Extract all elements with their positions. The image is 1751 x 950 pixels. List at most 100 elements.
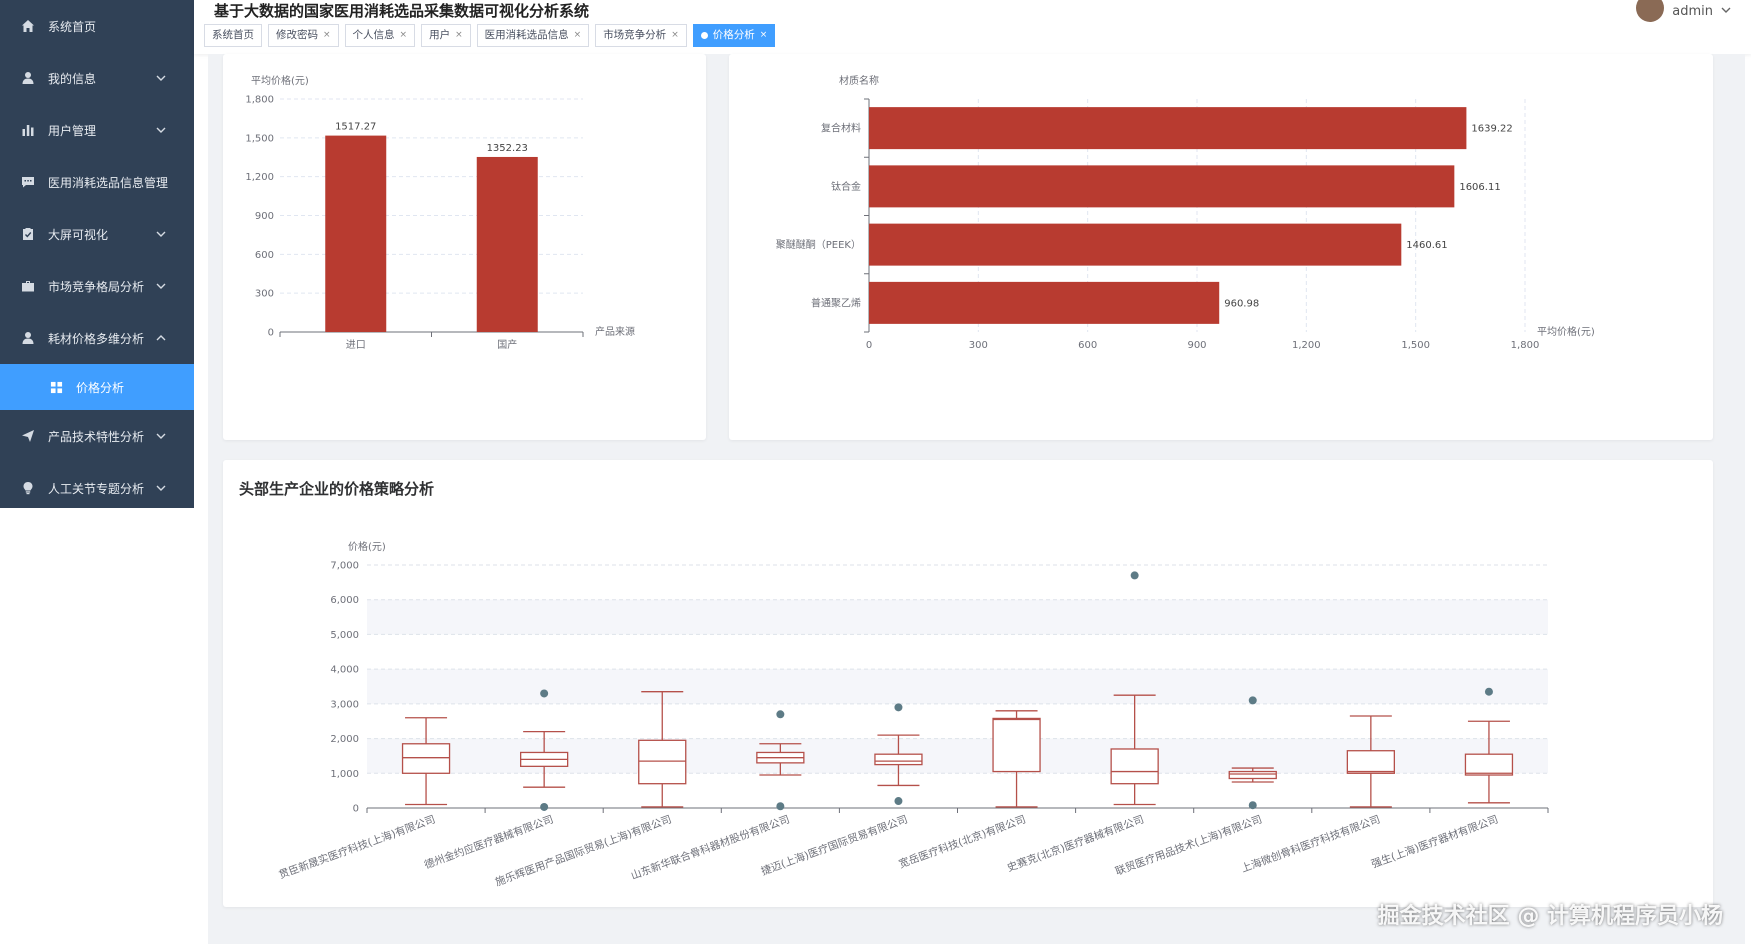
manufacturer-box-chart: 价格(元) 0 1,000 2,000 3,000 4,000 5,000 6,000 7,00… <box>277 540 1549 889</box>
tag-label: 医用消耗选品信息 <box>484 29 569 41</box>
origin-price-chart: 平均价格(元) 0 300 600 900 1,200 1,500 1,800 1517.27 进… <box>245 74 635 351</box>
briefcase-icon <box>20 278 36 294</box>
y-tick-label: 1,200 <box>245 172 274 183</box>
main-content: 平均价格(元) 0 300 600 900 1,200 1,500 1,800 1517.27 进… <box>208 54 1745 944</box>
chevron-down-icon <box>156 482 166 492</box>
sidebar-item[interactable]: 系统首页 <box>0 0 194 52</box>
tab-tag[interactable]: 医用消耗选品信息 × <box>476 24 590 47</box>
box <box>1346 750 1395 774</box>
x-tick-label: 进口 <box>346 339 366 351</box>
y-tick-label: 900 <box>255 211 274 222</box>
bar-value-label: 1639.22 <box>1471 124 1512 135</box>
bar-value-label: 960.98 <box>1224 298 1259 309</box>
bar <box>869 107 1467 150</box>
bar-value-label: 1460.61 <box>1406 240 1447 251</box>
tab-tag[interactable]: 价格分析 × <box>692 24 776 47</box>
tag-label: 价格分析 <box>712 29 755 41</box>
y-tick-label: 0 <box>268 328 274 339</box>
y-tick-label: 3,000 <box>330 699 359 710</box>
bulb-icon <box>20 480 36 496</box>
sidebar-item-label: 用户管理 <box>48 123 97 138</box>
sidebar-item[interactable]: 大屏可视化 <box>0 208 194 260</box>
box <box>874 753 923 766</box>
x-tick-label: 1,200 <box>1292 340 1321 351</box>
bar <box>869 223 1402 266</box>
user-icon <box>20 330 36 346</box>
y-axis-label: 平均价格(元) <box>251 74 309 87</box>
tab-tag[interactable]: 市场竞争分析 × <box>595 24 687 47</box>
close-icon[interactable]: × <box>400 25 408 46</box>
chevron-down-icon <box>156 124 166 134</box>
y-axis-label: 价格(元) <box>348 540 386 553</box>
close-icon[interactable]: × <box>574 25 582 46</box>
y-axis-label: 材质名称 <box>839 74 879 87</box>
tab-tag[interactable]: 用户 × <box>421 24 471 47</box>
sidebar-item[interactable]: 医用消耗选品信息管理 <box>0 156 194 208</box>
sidebar-item[interactable]: 用户管理 <box>0 104 194 156</box>
x-tick-label: 1,500 <box>1401 340 1430 351</box>
bar-chart-icon <box>20 122 36 138</box>
y-tick-label: 600 <box>255 250 274 261</box>
close-icon[interactable]: × <box>455 25 463 46</box>
y-tick-label: 300 <box>255 289 274 300</box>
y-tick-label: 6,000 <box>330 595 359 606</box>
sidebar-item[interactable]: 市场竞争格局分析 <box>0 260 194 312</box>
username[interactable]: admin <box>1672 4 1713 19</box>
box-outlier <box>540 802 549 811</box>
close-icon[interactable]: × <box>671 25 679 46</box>
user-menu[interactable]: admin <box>1636 0 1731 22</box>
x-tick-label: 1,800 <box>1511 340 1540 351</box>
chevron-down-icon <box>156 430 166 440</box>
y-tick-label: 2,000 <box>330 734 359 745</box>
box-outlier <box>894 703 903 712</box>
sidebar-item-label: 人工关节专题分析 <box>48 481 145 496</box>
y-tick-label: 钛合金 <box>831 180 861 193</box>
sidebar-item-label: 产品技术特性分析 <box>48 429 145 444</box>
chevron-down-icon[interactable] <box>1721 4 1731 19</box>
sidebar-item[interactable]: 人工关节专题分析 <box>0 462 194 514</box>
card-origin-price: 平均价格(元) 0 300 600 900 1,200 1,500 1,800 1517.27 进… <box>223 54 706 440</box>
chevron-up-icon <box>156 332 166 342</box>
tag-label: 系统首页 <box>212 29 254 41</box>
sidebar-item-label: 我的信息 <box>48 71 97 86</box>
sidebar-item[interactable]: 耗材价格多维分析 <box>0 312 194 364</box>
card-material-price: 材质名称 0 300 600 900 1,200 1,500 1,800 1639.22 复合材料… <box>729 54 1713 440</box>
bar-value-label: 1517.27 <box>335 122 376 133</box>
sidebar-item-label: 系统首页 <box>48 19 97 34</box>
x-tick-label: 贯臣新晟实医疗科技(上海)有限公司 <box>277 813 437 882</box>
tab-tag[interactable]: 个人信息 × <box>344 24 416 47</box>
box-chart-title: 头部生产企业的价格策略分析 <box>239 480 435 498</box>
close-icon[interactable]: × <box>323 25 331 46</box>
topbar: 基于大数据的国家医用消耗选品采集数据可视化分析系统 系统首页 修改密码 × 个人信息 ×… <box>194 0 1751 54</box>
x-axis-label: 平均价格(元) <box>1537 325 1595 338</box>
grid-icon <box>50 380 64 394</box>
grid-band <box>367 599 1548 635</box>
x-tick-label: 900 <box>1187 340 1206 351</box>
box <box>1464 753 1514 776</box>
y-tick-label: 0 <box>353 804 359 815</box>
close-icon[interactable]: × <box>760 25 768 46</box>
box <box>1110 748 1159 785</box>
tab-tag[interactable]: 系统首页 <box>204 24 262 47</box>
box <box>401 743 451 774</box>
tag-label: 修改密码 <box>276 29 318 41</box>
x-tick-label: 300 <box>969 340 988 351</box>
sidebar-subitem-price-analysis[interactable]: 价格分析 <box>0 364 194 410</box>
box-outlier <box>540 689 549 698</box>
send-icon <box>20 428 36 444</box>
sidebar-item-label: 医用消耗选品信息管理 <box>48 175 169 190</box>
x-tick-label: 600 <box>1078 340 1097 351</box>
sidebar-subitem-label: 价格分析 <box>76 380 125 395</box>
active-dot-icon <box>700 32 708 39</box>
tab-tag[interactable]: 修改密码 × <box>268 24 339 47</box>
sidebar-item[interactable]: 产品技术特性分析 <box>0 410 194 462</box>
y-tick-label: 聚醚醚酮（PEEK） <box>776 238 861 251</box>
sidebar-item[interactable]: 我的信息 <box>0 52 194 104</box>
chevron-down-icon <box>156 280 166 290</box>
clipboard-icon <box>20 226 36 242</box>
y-tick-label: 1,000 <box>330 769 359 780</box>
box <box>1228 770 1277 780</box>
chat-icon <box>20 174 36 190</box>
avatar[interactable] <box>1636 0 1665 22</box>
y-tick-label: 1,800 <box>245 95 274 106</box>
